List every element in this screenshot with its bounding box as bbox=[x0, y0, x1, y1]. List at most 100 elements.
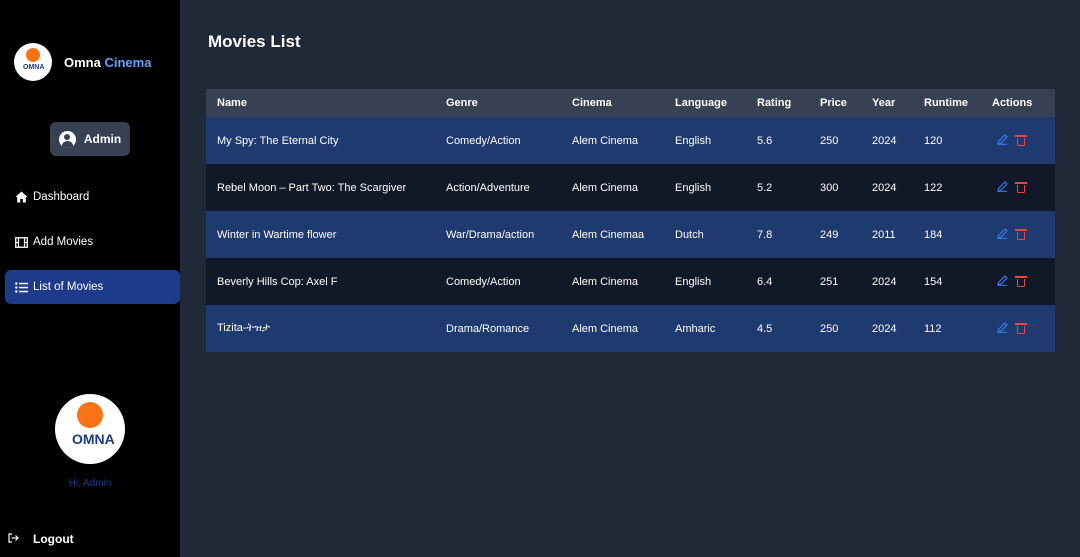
admin-label: Admin bbox=[83, 132, 122, 146]
column-header-runtime: Runtime bbox=[924, 97, 968, 109]
cell-runtime: 122 bbox=[924, 181, 943, 194]
cell-price: 300 bbox=[820, 181, 839, 194]
cell-language: Amharic bbox=[675, 322, 716, 335]
cell-runtime: 112 bbox=[924, 322, 942, 335]
cell-actions bbox=[981, 164, 1055, 211]
cell-cinema: Alem Cinemaa bbox=[572, 228, 645, 241]
cell-genre: War/Drama/action bbox=[446, 228, 535, 241]
home-icon bbox=[14, 190, 28, 204]
cell-language: English bbox=[675, 181, 712, 194]
sidebar-item-add-movies[interactable]: Add Movies bbox=[5, 225, 180, 259]
table-row: Winter in Wartime flower War/Drama/actio… bbox=[206, 211, 1055, 258]
sidebar-item-list-of-movies[interactable]: List of Movies bbox=[5, 270, 180, 304]
greeting-text: Hi, Admin bbox=[68, 478, 112, 489]
column-header-year: Year bbox=[872, 97, 896, 109]
cell-actions bbox=[981, 305, 1055, 352]
cell-language: English bbox=[675, 134, 712, 147]
user-circle-icon bbox=[58, 130, 76, 148]
edit-icon[interactable] bbox=[997, 321, 1008, 336]
cell-language: Dutch bbox=[675, 228, 704, 241]
sidebar: OMNA Omna Cinema Admin Dashboard Add Mov… bbox=[0, 0, 180, 557]
brand-name: Omna Cinema bbox=[64, 55, 151, 70]
cell-cinema: Alem Cinema bbox=[572, 134, 639, 147]
cell-cinema: Alem Cinema bbox=[572, 275, 639, 288]
cell-genre: Action/Adventure bbox=[446, 181, 530, 194]
brand-name-accent: Cinema bbox=[104, 54, 152, 70]
sidebar-nav: Dashboard Add Movies List of Movies bbox=[5, 180, 180, 315]
cell-rating: 6.4 bbox=[757, 275, 773, 288]
cell-runtime: 120 bbox=[924, 134, 943, 147]
cell-price: 249 bbox=[820, 228, 839, 241]
edit-icon[interactable] bbox=[997, 133, 1008, 148]
cell-year: 2024 bbox=[872, 322, 897, 335]
cell-name: My Spy: The Eternal City bbox=[217, 134, 339, 147]
cell-genre: Comedy/Action bbox=[446, 275, 521, 288]
logout-icon bbox=[8, 532, 19, 546]
cell-name: Rebel Moon – Part Two: The Scargiver bbox=[217, 181, 407, 194]
trash-icon[interactable] bbox=[1015, 135, 1027, 146]
admin-profile-button[interactable]: Admin bbox=[50, 122, 130, 156]
cell-year: 2024 bbox=[872, 275, 897, 288]
edit-icon[interactable] bbox=[997, 180, 1008, 195]
trash-icon[interactable] bbox=[1015, 276, 1027, 287]
column-header-name: Name bbox=[217, 97, 247, 109]
edit-icon[interactable] bbox=[997, 227, 1008, 242]
cell-year: 2024 bbox=[872, 181, 897, 194]
trash-icon[interactable] bbox=[1015, 323, 1027, 334]
column-header-language: Language bbox=[675, 97, 727, 109]
table-header-row: Name Genre Cinema Language Rating Price … bbox=[206, 89, 1055, 117]
cell-price: 251 bbox=[820, 275, 839, 288]
logo-text: OMNA bbox=[72, 431, 115, 447]
column-header-cinema: Cinema bbox=[572, 97, 612, 109]
cell-cinema: Alem Cinema bbox=[572, 181, 639, 194]
table-row: Beverly Hills Cop: Axel F Comedy/Action … bbox=[206, 258, 1055, 305]
sidebar-item-label: List of Movies bbox=[33, 281, 104, 293]
edit-icon[interactable] bbox=[997, 274, 1008, 289]
column-header-actions: Actions bbox=[992, 97, 1033, 109]
logo-orange-circle bbox=[77, 402, 103, 428]
brand[interactable]: OMNA Omna Cinema bbox=[14, 43, 151, 81]
brand-name-prefix: Omna bbox=[64, 54, 101, 70]
cell-name: Winter in Wartime flower bbox=[217, 228, 337, 241]
logout-label: Logout bbox=[33, 532, 74, 546]
sidebar-item-label: Dashboard bbox=[33, 191, 90, 203]
cell-language: English bbox=[675, 275, 712, 288]
trash-icon[interactable] bbox=[1015, 182, 1027, 193]
logo-orange-circle bbox=[26, 48, 40, 62]
movies-table-container: Name Genre Cinema Language Rating Price … bbox=[206, 89, 1055, 352]
table-row: My Spy: The Eternal City Comedy/Action A… bbox=[206, 117, 1055, 164]
column-header-rating: Rating bbox=[757, 97, 792, 109]
cell-cinema: Alem Cinema bbox=[572, 322, 639, 335]
cell-actions bbox=[981, 117, 1055, 164]
cell-name: Tizita-ትዝታ bbox=[217, 322, 271, 334]
cell-year: 2011 bbox=[872, 228, 896, 241]
column-header-price: Price bbox=[820, 97, 847, 109]
cell-runtime: 154 bbox=[924, 275, 943, 288]
cell-rating: 5.6 bbox=[757, 134, 773, 147]
logout-button[interactable]: Logout bbox=[8, 532, 74, 546]
page-title: Movies List bbox=[208, 32, 301, 51]
cell-rating: 5.2 bbox=[757, 181, 773, 194]
cell-actions bbox=[981, 258, 1055, 305]
cell-genre: Drama/Romance bbox=[446, 322, 530, 335]
logo-text: OMNA bbox=[23, 64, 45, 71]
cell-runtime: 184 bbox=[924, 228, 943, 241]
cell-year: 2024 bbox=[872, 134, 897, 147]
cell-actions bbox=[981, 211, 1055, 258]
table-row: Rebel Moon – Part Two: The Scargiver Act… bbox=[206, 164, 1055, 211]
cell-genre: Comedy/Action bbox=[446, 134, 521, 147]
cell-price: 250 bbox=[820, 322, 839, 335]
cell-rating: 4.5 bbox=[757, 322, 773, 335]
sidebar-item-label: Add Movies bbox=[33, 236, 94, 248]
sidebar-item-dashboard[interactable]: Dashboard bbox=[5, 180, 180, 214]
table-row: Tizita-ትዝታ Drama/Romance Alem Cinema Amh… bbox=[206, 305, 1055, 352]
brand-logo: OMNA bbox=[14, 43, 52, 81]
cell-price: 250 bbox=[820, 134, 839, 147]
list-icon bbox=[14, 280, 28, 294]
column-header-genre: Genre bbox=[446, 97, 478, 109]
cell-name: Beverly Hills Cop: Axel F bbox=[217, 275, 338, 288]
sidebar-large-logo: OMNA bbox=[55, 394, 125, 464]
cell-rating: 7.8 bbox=[757, 228, 773, 241]
film-icon bbox=[14, 235, 28, 249]
trash-icon[interactable] bbox=[1015, 229, 1027, 240]
